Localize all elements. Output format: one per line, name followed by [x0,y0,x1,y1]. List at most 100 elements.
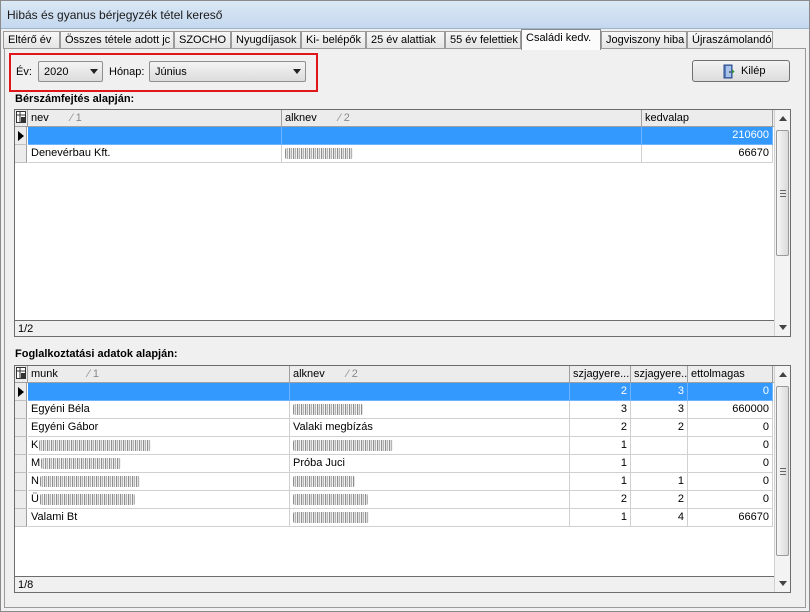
table-row[interactable]: Valami Bt 1 4 66670 [15,509,774,527]
cell-ettolmagas[interactable]: 0 [688,383,773,401]
redacted-text [39,493,135,505]
cell-alknev[interactable] [290,383,570,401]
cell-szjagyere-2[interactable]: 1 [631,473,688,491]
cell-alknev[interactable] [282,127,642,145]
month-label: Hónap: [109,66,145,78]
col-header-szjagyere-2[interactable]: szjagyere... [631,366,688,383]
cell-alknev[interactable] [282,145,642,163]
col-header-alknev[interactable]: alknev ⁄ 2 [282,110,642,127]
year-value: 2020 [44,66,69,78]
cell-szjagyere-2[interactable] [631,455,688,473]
row-indicator [15,455,27,473]
employment-vertical-scrollbar[interactable] [774,366,790,592]
tab-ujraszamolando[interactable]: Újraszámolandó [687,31,773,49]
table-row[interactable]: Denevérbau Kft. 66670 [15,145,774,163]
tab-szocho[interactable]: SZOCHO [174,31,231,49]
payroll-vertical-scrollbar[interactable] [774,110,790,336]
cell-szjagyere-1[interactable]: 1 [570,473,631,491]
grid-options-icon[interactable] [15,110,28,127]
cell-szjagyere-2[interactable]: 2 [631,419,688,437]
col-header-alknev[interactable]: alknev ⁄ 2 [290,366,570,383]
scroll-up-icon[interactable] [779,116,787,121]
tab-osszes-tetele[interactable]: Összes tétele adott jc [60,31,174,49]
cell-munk[interactable]: N [28,473,290,491]
cell-szjagyere-2[interactable]: 3 [631,383,688,401]
table-row[interactable]: Egyéni Gábor Valaki megbízás 2 2 0 [15,419,774,437]
table-row[interactable]: K 1 0 [15,437,774,455]
cell-ettolmagas[interactable]: 0 [688,419,773,437]
table-row[interactable]: M Próba Juci 1 0 [15,455,774,473]
cell-alknev[interactable]: Próba Juci [290,455,570,473]
chevron-down-icon [90,69,98,74]
tab-25-ev-alattiak[interactable]: 25 év alattiak [366,31,445,49]
employment-grid[interactable]: munk ⁄ 1 alknev ⁄ 2 szjagyere... szjagyere… [14,365,791,593]
cell-szjagyere-2[interactable]: 2 [631,491,688,509]
cell-munk[interactable]: M [28,455,290,473]
cell-ettolmagas[interactable]: 660000 [688,401,773,419]
cell-ettolmagas[interactable]: 66670 [688,509,773,527]
cell-alknev[interactable] [290,401,570,419]
cell-szjagyere-1[interactable]: 3 [570,401,631,419]
tab-nyugdijasok[interactable]: Nyugdíjasok [231,31,301,49]
cell-szjagyere-2[interactable] [631,437,688,455]
redacted-text [285,147,353,159]
cell-munk[interactable] [28,383,290,401]
month-select[interactable]: Június [149,61,306,82]
scroll-down-icon[interactable] [779,581,787,586]
row-pointer-icon [15,383,27,401]
table-row[interactable]: Egyéni Béla 3 3 660000 [15,401,774,419]
table-row[interactable]: Ü220 [15,491,774,509]
cell-ettolmagas[interactable]: 0 [688,473,773,491]
table-row[interactable]: N110 [15,473,774,491]
col-header-szjagyere-1[interactable]: szjagyere... [570,366,631,383]
cell-alknev[interactable] [290,437,570,455]
col-header-kedvalap[interactable]: kedvalap [642,110,773,127]
grid-options-icon[interactable] [15,366,28,383]
cell-nev[interactable]: Denevérbau Kft. [28,145,282,163]
cell-kedvalap[interactable]: 66670 [642,145,773,163]
cell-szjagyere-1[interactable]: 1 [570,509,631,527]
cell-ettolmagas[interactable]: 0 [688,455,773,473]
scroll-up-icon[interactable] [779,372,787,377]
cell-alknev[interactable] [290,509,570,527]
year-select[interactable]: 2020 [38,61,103,82]
scroll-thumb[interactable] [776,386,789,556]
tab-55-ev-felettiek[interactable]: 55 év felettiek [445,31,521,49]
cell-nev[interactable] [28,127,282,145]
cell-kedvalap[interactable]: 210600 [642,127,773,145]
tab-elterő-ev[interactable]: Eltérő év [3,31,60,49]
cell-munk[interactable]: Egyéni Béla [28,401,290,419]
tab-csaladi-kedv[interactable]: Családi kedv. [521,29,601,50]
col-header-ettolmagas[interactable]: ettolmagas [688,366,773,383]
table-row[interactable]: 230 [15,383,774,401]
cell-szjagyere-1[interactable]: 2 [570,383,631,401]
cell-alknev[interactable]: Valaki megbízás [290,419,570,437]
scroll-down-icon[interactable] [779,325,787,330]
cell-munk[interactable]: Egyéni Gábor [28,419,290,437]
col-header-nev[interactable]: nev ⁄ 1 [28,110,282,127]
visible-initial: M [31,457,41,469]
redacted-text [41,457,122,469]
tab-jogviszony-hiba[interactable]: Jogviszony hiba [601,31,687,49]
employment-section-title: Foglalkoztatási adatok alapján: [15,348,178,360]
cell-alknev[interactable] [290,473,570,491]
payroll-grid[interactable]: nev ⁄ 1 alknev ⁄ 2 kedvalap 210600 Denevér… [14,109,791,337]
cell-szjagyere-1[interactable]: 1 [570,437,631,455]
cell-ettolmagas[interactable]: 0 [688,491,773,509]
cell-szjagyere-2[interactable]: 3 [631,401,688,419]
cell-alknev[interactable] [290,491,570,509]
cell-szjagyere-1[interactable]: 2 [570,419,631,437]
cell-szjagyere-1[interactable]: 1 [570,455,631,473]
table-row[interactable]: 210600 [15,127,774,145]
col-header-munk[interactable]: munk ⁄ 1 [28,366,290,383]
row-indicator [15,491,27,509]
cell-munk[interactable]: K [28,437,290,455]
cell-szjagyere-1[interactable]: 2 [570,491,631,509]
cell-munk[interactable]: Ü [28,491,290,509]
cell-munk[interactable]: Valami Bt [28,509,290,527]
scroll-thumb[interactable] [776,130,789,256]
tab-ki-belepok[interactable]: Ki- belépők [301,31,366,49]
cell-ettolmagas[interactable]: 0 [688,437,773,455]
exit-button[interactable]: Kilép [692,60,790,82]
cell-szjagyere-2[interactable]: 4 [631,509,688,527]
